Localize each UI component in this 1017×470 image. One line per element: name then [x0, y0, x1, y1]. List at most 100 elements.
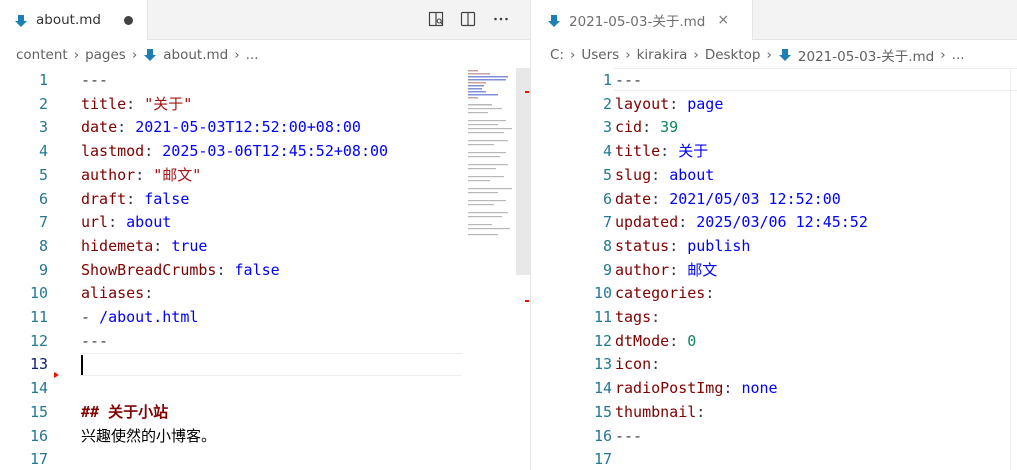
code-line[interactable]: 7 updated: 2025/03/06 12:45:52 — [531, 211, 1017, 235]
breadcrumb-item[interactable]: Desktop — [705, 47, 761, 63]
code-line[interactable]: 10 aliases: — [0, 282, 530, 306]
token-val: 2025-03-06T12:45:52+08:00 — [162, 142, 389, 161]
line-content: cid: 39 — [615, 116, 678, 140]
code-line[interactable]: 15 ## 关于小站 — [0, 401, 530, 425]
line-content: thumbnail: — [615, 401, 705, 425]
tab-about-md[interactable]: about.md — [0, 0, 148, 40]
code-line[interactable]: 6 date: 2021/05/03 12:52:00 — [531, 188, 1017, 212]
minimap[interactable] — [466, 68, 516, 238]
token-val: publish — [687, 236, 751, 255]
code-line[interactable]: 4 title: 关于 — [531, 140, 1017, 164]
token-key: date — [81, 118, 118, 137]
left-code-editor[interactable]: 1 --- 2 title: "关于" 3 date: 2021-05-03T12:52:… — [0, 68, 530, 470]
breadcrumb-item[interactable]: Users — [581, 47, 619, 63]
line-content: status: publish — [615, 235, 750, 259]
line-number: 4 — [38, 142, 48, 161]
line-number: 13 — [29, 355, 48, 374]
token-punct: : — [135, 165, 154, 184]
code-line[interactable]: 4 lastmod: 2025-03-06T12:45:52+08:00 — [0, 140, 530, 164]
code-line[interactable]: 8 status: publish — [531, 235, 1017, 259]
open-preview-icon[interactable] — [426, 9, 446, 29]
code-line[interactable]: 7 url: about — [0, 211, 530, 235]
token-punct: : — [153, 236, 172, 255]
code-line[interactable]: 12 dtMode: 0 — [531, 330, 1017, 354]
token-val: page — [687, 94, 724, 113]
line-number: 11 — [29, 308, 48, 326]
tab-2021-05-03-about-md[interactable]: 2021-05-03-关于.md × — [531, 0, 753, 40]
line-content: updated: 2025/03/06 12:45:52 — [615, 211, 868, 235]
breadcrumb-item[interactable]: content — [16, 47, 68, 63]
code-line[interactable]: 1 --- — [0, 69, 530, 93]
line-content: - /about.html — [81, 306, 198, 330]
chevron-right-icon: › — [569, 47, 576, 63]
line-number: 17 — [593, 450, 612, 469]
unsaved-dot-icon[interactable] — [123, 15, 133, 25]
code-line[interactable]: 14 — [0, 377, 530, 401]
split-editor-icon[interactable] — [458, 9, 478, 29]
breadcrumb-item[interactable]: ... — [246, 47, 259, 63]
token-punct: : — [126, 189, 145, 208]
line-content: lastmod: 2025-03-06T12:45:52+08:00 — [81, 140, 388, 164]
breadcrumb-item[interactable]: about.md — [163, 47, 228, 63]
breadcrumb-item[interactable]: C: — [550, 47, 564, 63]
line-content: tags: — [615, 306, 660, 330]
code-line[interactable]: 14 radioPostImg: none — [531, 377, 1017, 401]
token-key: title — [615, 142, 661, 161]
right-code-editor[interactable]: 1 --- 2 layout: page 3 cid: 39 4 title: 关于 5 slug… — [531, 68, 1017, 470]
line-content: date: 2021/05/03 12:52:00 — [615, 188, 841, 212]
breadcrumb: content › pages › about.md › ... — [0, 41, 530, 69]
line-number: 5 — [602, 165, 612, 184]
breadcrumb-item[interactable]: kirakira — [637, 47, 688, 63]
code-line[interactable]: 12 --- — [0, 330, 530, 354]
token-punct: --- — [81, 331, 109, 350]
close-icon[interactable]: × — [717, 12, 729, 28]
code-line[interactable]: 6 draft: false — [0, 188, 530, 212]
code-line[interactable]: 10 categories: — [531, 282, 1017, 306]
code-line[interactable]: 2 title: "关于" — [0, 93, 530, 117]
token-key: lastmod — [81, 142, 145, 161]
breadcrumb-item[interactable]: pages — [85, 47, 126, 63]
markdown-icon — [778, 48, 792, 62]
breadcrumb-item[interactable]: ... — [952, 47, 965, 63]
code-line[interactable]: 8 hidemeta: true — [0, 235, 530, 259]
token-punct: : — [696, 402, 706, 421]
code-line[interactable]: 11 - /about.html — [0, 306, 530, 330]
line-content: radioPostImg: none — [615, 377, 778, 401]
code-line[interactable]: 5 slug: about — [531, 164, 1017, 188]
token-punct: : — [651, 355, 661, 374]
line-number: 8 — [38, 236, 48, 255]
token-punct: - — [81, 308, 100, 326]
code-line[interactable]: 1 --- — [531, 69, 1017, 93]
line-number: 16 — [29, 426, 48, 445]
code-line[interactable]: 3 date: 2021-05-03T12:52:00+08:00 — [0, 116, 530, 140]
line-content: --- — [615, 425, 642, 449]
code-line[interactable]: 11 tags: — [531, 306, 1017, 330]
token-heading: ## 关于小站 — [81, 402, 169, 421]
code-line[interactable]: 9 author: 邮文 — [531, 259, 1017, 283]
token-key: radioPostImg — [615, 379, 724, 398]
code-line[interactable]: 17 — [531, 448, 1017, 470]
code-line[interactable]: 15 thumbnail: — [531, 401, 1017, 425]
token-punct: : — [642, 118, 661, 137]
code-line[interactable]: 3 cid: 39 — [531, 116, 1017, 140]
code-line[interactable]: 16 --- — [531, 425, 1017, 449]
code-line[interactable]: 17 — [0, 448, 530, 470]
chevron-right-icon: › — [940, 47, 946, 63]
code-line[interactable]: 9 ShowBreadCrumbs: false — [0, 259, 530, 283]
code-line[interactable]: 13 — [0, 353, 530, 377]
line-content: --- — [81, 330, 108, 354]
token-punct: : — [669, 236, 688, 255]
code-line[interactable]: 13 icon: — [531, 353, 1017, 377]
left-tab-bar: about.md — [0, 0, 530, 40]
more-actions-icon[interactable] — [491, 9, 511, 29]
scrollbar[interactable] — [1010, 68, 1017, 470]
code-line[interactable]: 2 layout: page — [531, 93, 1017, 117]
breadcrumb-item[interactable]: 2021-05-03-关于.md — [798, 45, 934, 65]
code-line[interactable]: 16 兴趣使然的小博客。 — [0, 425, 530, 449]
token-val: about — [126, 213, 172, 232]
scrollbar-thumb[interactable] — [516, 68, 530, 275]
line-content: --- — [615, 69, 642, 93]
token-val: about — [669, 165, 715, 184]
code-line[interactable]: 5 author: "邮文" — [0, 164, 530, 188]
chevron-right-icon: › — [131, 47, 138, 63]
